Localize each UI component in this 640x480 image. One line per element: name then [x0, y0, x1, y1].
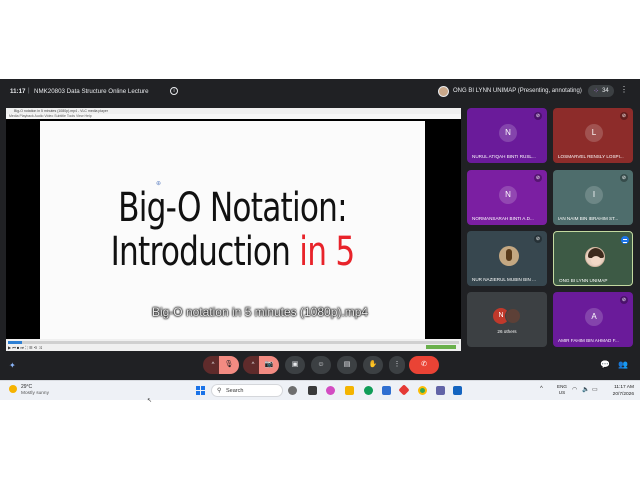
video-caption: Big-O notation in 5 minutes (1080p).mp4 — [151, 305, 369, 319]
meet-window: 11:17 | NMK20803 Data Structure Online L… — [0, 79, 640, 380]
windows-start-icon[interactable] — [196, 386, 205, 395]
word-icon[interactable] — [453, 386, 462, 395]
mic-off-icon: ⊘ — [620, 112, 628, 120]
participant-photo — [585, 247, 605, 267]
app-icon-red[interactable] — [398, 384, 410, 396]
meet-control-bar: ✦ ^ 🎙 ^ 📷 ▣ ☺ ▤ ✋ ⋮ ✆ 💬 👥 — [0, 351, 640, 380]
participant-name: AMIR FAHIM BIN AHMAD F... — [558, 338, 619, 343]
participant-name: LOSMARVEL RENSLY LOSPI... — [558, 154, 624, 159]
participant-avatar: N — [499, 124, 517, 142]
language-code: ENG — [557, 384, 567, 389]
mic-off-icon: ⊘ — [620, 296, 628, 304]
weather-temperature: 29°C — [21, 384, 33, 390]
copilot-icon[interactable] — [326, 386, 335, 395]
player-controls: ▶ ⏮ ■ ⏭ ⛶ ☰ ⟲ ⤨ — [6, 339, 461, 351]
clock-time: 11:17 AM — [614, 385, 634, 390]
mic-off-icon: ⊘ — [534, 235, 542, 243]
clock-date: 20/7/2026 — [612, 392, 634, 397]
store-icon[interactable] — [382, 386, 391, 395]
battery-icon[interactable]: ▭ — [592, 386, 598, 393]
edge-icon[interactable] — [364, 386, 373, 395]
mic-off-icon: ⊘ — [620, 174, 628, 182]
chrome-icon[interactable] — [418, 386, 427, 395]
others-tile[interactable]: N 26 others — [467, 292, 547, 347]
mic-off-icon: ⊘ — [534, 112, 542, 120]
presented-screen: Big-O notation in 5 minutes (1080p).mp4 … — [6, 108, 461, 351]
participant-avatar: I — [585, 186, 603, 204]
participant-name: NORMANSARAH BINTI A.D... — [472, 216, 534, 221]
language-indicator[interactable]: ENG US — [557, 384, 567, 396]
apps-dots-icon: ⁘ — [593, 88, 600, 95]
participant-tile[interactable]: N ⊘ NURUL ATIQAH BINTI RUSL... — [467, 108, 547, 163]
participant-name: IAN NAIM BIN IBRAHIM ST... — [558, 216, 619, 221]
title-separator: | — [28, 87, 30, 94]
participant-avatar: L — [585, 124, 603, 142]
presenter-indicator[interactable]: ONG BI LYNN UNIMAP (Presenting, annotati… — [438, 85, 582, 97]
participant-count: 34 — [602, 88, 609, 94]
meet-topbar: 11:17 | NMK20803 Data Structure Online L… — [0, 79, 640, 103]
player-volume-slider[interactable] — [426, 345, 456, 349]
mouse-pointer-icon: ↖ — [147, 398, 153, 404]
video-frame: ⊕ Big-O Notation: Introduction in 5 Big-… — [40, 121, 425, 339]
mic-off-icon: ⊘ — [534, 174, 542, 182]
slide-title-line2: Introduction in 5 — [82, 229, 382, 275]
player-menu-bar: Media Playback Audio Video Subtitle Tool… — [6, 114, 461, 119]
others-label: 26 others — [497, 329, 517, 334]
speaking-indicator-icon — [621, 236, 629, 244]
participant-name: NURUL ATIQAH BINTI RUSL... — [472, 154, 536, 159]
participant-tile[interactable]: A ⊘ AMIR FAHIM BIN AHMAD F... — [553, 292, 633, 347]
taskbar-clock[interactable]: 11:17 AM 20/7/2026 — [604, 384, 634, 398]
taskview-icon[interactable] — [308, 386, 317, 395]
meeting-title: NMK20803 Data Structure Online Lecture — [34, 88, 149, 95]
slide-title-part-b: in 5 — [299, 229, 355, 275]
player-progress-bar[interactable] — [8, 341, 459, 344]
leave-call-button[interactable]: ✆ — [409, 356, 439, 374]
weather-sun-icon[interactable] — [9, 385, 17, 393]
participant-count-button[interactable]: ⁘ 34 — [588, 85, 614, 97]
search-label: Search — [226, 388, 244, 394]
file-explorer-icon[interactable] — [345, 386, 354, 395]
player-progress-fill — [8, 341, 22, 344]
player-control-buttons[interactable]: ▶ ⏮ ■ ⏭ ⛶ ☰ ⟲ ⤨ — [8, 345, 41, 350]
mic-off-button[interactable]: 🎙 — [219, 356, 239, 374]
wifi-icon[interactable]: ◠ — [572, 386, 577, 393]
screen: 11:17 | NMK20803 Data Structure Online L… — [0, 0, 640, 480]
gemini-sparkle-icon[interactable]: ✦ — [9, 361, 16, 370]
presenter-label: ONG BI LYNN UNIMAP (Presenting, annotati… — [453, 88, 582, 94]
participant-avatar: N — [499, 186, 517, 204]
participant-name: NUR NAZIERUL MUBIN BIN ... — [472, 277, 536, 282]
tray-overflow-icon[interactable]: ^ — [540, 386, 543, 392]
participant-name: ONG BI LYNN UNIMAP — [559, 278, 608, 283]
raise-hand-button[interactable]: ✋ — [363, 356, 383, 374]
present-button[interactable]: ▣ — [285, 356, 305, 374]
slide-title-part-a: Introduction — [110, 229, 300, 275]
sound-icon[interactable]: 🔈 — [582, 386, 589, 393]
others-avatar-photo — [505, 308, 521, 324]
participant-tile[interactable]: ⊘ NUR NAZIERUL MUBIN BIN ... — [467, 231, 547, 286]
meeting-clock: 11:17 — [10, 88, 26, 95]
presenter-avatar — [438, 85, 449, 97]
chat-icon[interactable]: 💬 — [600, 360, 610, 369]
teams-icon[interactable] — [436, 386, 445, 395]
reactions-button[interactable]: ☺ — [311, 356, 331, 374]
participant-tile[interactable]: N ⊘ NORMANSARAH BINTI A.D... — [467, 170, 547, 225]
participant-tile[interactable]: L ⊘ LOSMARVEL RENSLY LOSPI... — [553, 108, 633, 163]
participant-photo — [499, 246, 519, 266]
search-icon: ⚲ — [217, 388, 222, 394]
meeting-info-icon[interactable]: i — [170, 87, 178, 95]
camera-off-button[interactable]: 📷 — [259, 356, 279, 374]
participant-avatar: A — [585, 308, 603, 326]
windows-taskbar: 29°C Mostly sunny ⚲ Search ^ ENG US ◠ 🔈 ▭… — [0, 380, 640, 400]
captions-button[interactable]: ▤ — [337, 356, 357, 374]
keyboard-region: US — [558, 390, 566, 395]
taskbar-search[interactable]: ⚲ Search — [211, 384, 283, 397]
participant-tile[interactable]: I ⊘ IAN NAIM BIN IBRAHIM ST... — [553, 170, 633, 225]
more-vertical-icon[interactable]: ⋮ — [620, 85, 628, 94]
app-icon-1[interactable] — [288, 386, 297, 395]
participant-tile-active[interactable]: ONG BI LYNN UNIMAP — [553, 231, 633, 286]
slide-title-line1: Big-O Notation: — [118, 185, 348, 231]
people-icon[interactable]: 👥 — [618, 360, 628, 369]
more-options-button[interactable]: ⋮ — [389, 356, 405, 374]
weather-description: Mostly sunny — [21, 391, 49, 396]
